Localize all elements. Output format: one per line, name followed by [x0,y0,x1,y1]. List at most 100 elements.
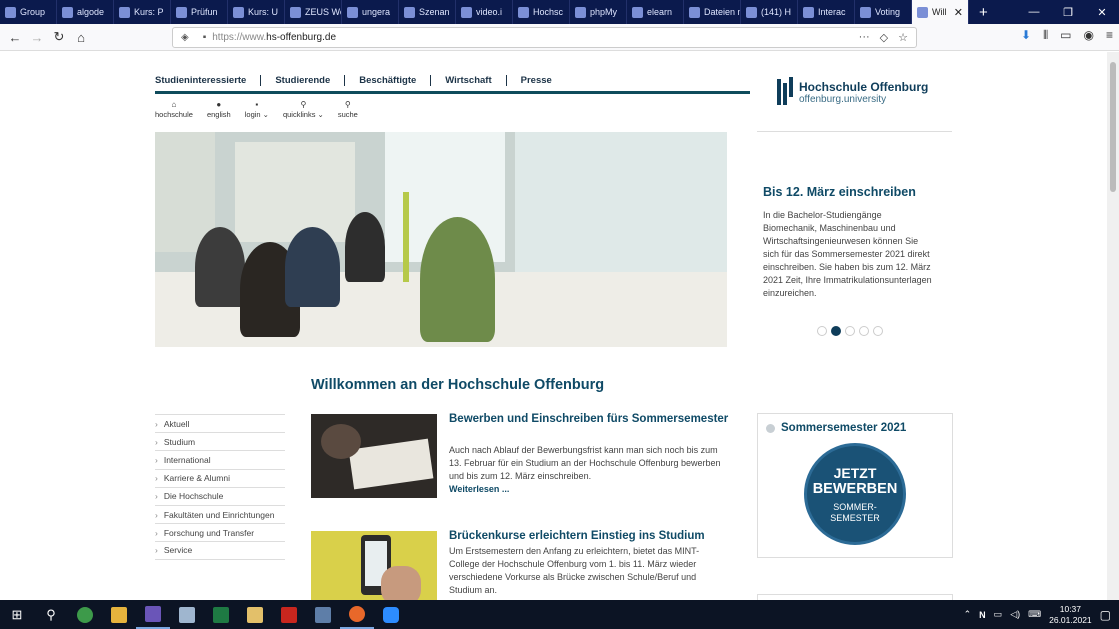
remote-desktop-icon[interactable] [306,600,340,629]
search-icon[interactable]: ⚲ [34,600,68,629]
slider-body: In die Bachelor-Studiengänge Biomechanik… [763,210,932,298]
close-tab-icon[interactable]: ✕ [954,6,963,19]
notification-icon[interactable]: ▢ [1100,608,1111,622]
browser-tab[interactable]: Interac [798,0,855,24]
tab-label: phpMy [590,7,618,17]
apply-now-badge[interactable]: JETZT BEWERBEN SOMMER- SEMESTER [804,443,906,545]
browser-tab[interactable]: phpMy [570,0,627,24]
service-link-label: quicklinks ⌄ [282,110,324,119]
minimize-icon[interactable]: — [1017,6,1051,18]
browser-tab[interactable]: video.i [456,0,513,24]
hs-offenburg-logo[interactable]: Hochschule Offenburg offenburg.universit… [777,77,928,107]
shield-icon[interactable]: ◈ [181,32,189,43]
nav-link[interactable]: Studierende [260,75,344,86]
browser-tab[interactable]: ungera [342,0,399,24]
volume-icon[interactable]: ◁) [1010,609,1020,620]
browser-tab[interactable]: algode [57,0,114,24]
bookmark-star-icon[interactable]: ☆ [898,31,908,44]
slider-dot[interactable] [873,326,883,336]
new-tab-button[interactable]: + [969,0,998,24]
browser-tab-active[interactable]: Will ✕ [912,0,969,24]
browser-tab[interactable]: Dateien m [684,0,741,24]
service-link[interactable]: ⚲ quicklinks ⌄ [283,100,324,119]
browser-tab[interactable]: Kurs: P [114,0,171,24]
download-icon[interactable]: ⬇ [1021,28,1031,43]
nav-underline [155,91,750,94]
page-actions-icon[interactable]: ··· [859,31,870,44]
scrollbar-thumb[interactable] [1110,62,1116,192]
service-link[interactable]: ⚲ suche [338,100,358,119]
slider-dot[interactable] [845,326,855,336]
close-window-icon[interactable]: ✕ [1085,6,1119,19]
hero-photo[interactable] [155,132,727,347]
address-bar[interactable]: ◈ ▪ https://www. hs-offenburg.de ··· ◇ ☆ [172,27,917,48]
forward-icon[interactable]: → [26,30,48,45]
menu-icon[interactable]: ≡ [1106,28,1113,43]
home-button-icon[interactable]: ⌂ [70,30,92,45]
browser-tab[interactable]: (141) H [741,0,798,24]
browser-tab[interactable]: Group [0,0,57,24]
slider-dot[interactable] [831,326,841,336]
tab-label: Interac [818,7,846,17]
browser-tab[interactable]: Prüfun [171,0,228,24]
acrobat-icon[interactable] [272,600,306,629]
read-more-link[interactable]: Weiterlesen ... [449,484,509,494]
sidebar-item[interactable]: › Forschung und Transfer [155,523,285,541]
reload-icon[interactable]: ↻ [48,29,70,45]
sidebar-item[interactable]: › Service [155,541,285,560]
library-icon[interactable]: ⫴ [1043,28,1048,43]
notepad-icon[interactable] [170,600,204,629]
page-scrollbar[interactable] [1107,52,1119,600]
chevron-right-icon: › [155,545,158,556]
windows-start-icon[interactable]: ⊞ [0,600,34,629]
sidebar-icon[interactable]: ▭ [1060,28,1071,43]
chevron-right-icon: › [155,473,158,484]
nav-link[interactable]: Presse [505,75,566,86]
restore-icon[interactable]: ❐ [1051,6,1085,19]
service-link[interactable]: ▪ login ⌄ [245,100,269,119]
nav-link[interactable]: Beschäftigte [344,75,430,86]
browser-tab[interactable]: Kurs: U [228,0,285,24]
battery-icon[interactable]: ▭ [994,609,1003,620]
sidebar-item-label: Karriere & Alumni [163,473,230,484]
file-explorer-icon[interactable] [102,600,136,629]
sidebar-item[interactable]: › International [155,450,285,468]
nav-link[interactable]: Wirtschaft [430,75,505,86]
news-image-writing[interactable] [311,414,437,498]
media-player-icon[interactable] [238,600,272,629]
keyboard-icon[interactable]: ⌨ [1028,609,1041,620]
browser-tab[interactable]: elearn [627,0,684,24]
visual-studio-icon[interactable] [136,600,170,629]
logo-title: Hochschule Offenburg [799,79,929,94]
clock[interactable]: 10:37 26.01.2021 [1049,604,1092,626]
sidebar-item[interactable]: › Studium [155,432,285,450]
browser-tab[interactable]: Hochsc [513,0,570,24]
news-image-phone[interactable] [311,531,437,600]
browser-tab[interactable]: ZEUS Web [285,0,342,24]
sidebar-item[interactable]: › Karriere & Alumni [155,468,285,487]
service-link[interactable]: ⌂ hochschule [155,100,193,119]
back-icon[interactable]: ← [4,30,26,45]
firefox-icon[interactable] [340,600,374,629]
news-title[interactable]: Brückenkurse erleichtern Einstieg ins St… [449,529,729,543]
news-title[interactable]: Bewerben und Einschreiben fürs Sommerse­… [449,412,729,426]
pocket-icon[interactable]: ◇ [880,31,888,44]
padlock-icon[interactable]: ▪ [203,32,207,43]
chevron-up-icon[interactable]: ⌃ [964,609,972,620]
sidebar-item[interactable]: › Aktuell [155,414,285,432]
slider-dot[interactable] [817,326,827,336]
zoom-icon[interactable] [374,600,408,629]
excel-icon[interactable] [204,600,238,629]
slider-title[interactable]: Bis 12. März einschreiben [763,185,933,199]
sidebar-item[interactable]: › Fakultäten und Einrichtungen [155,504,285,523]
browser-tab[interactable]: Voting [855,0,912,24]
account-icon[interactable]: ◉ [1084,28,1094,43]
browser-tab[interactable]: Szenan [399,0,456,24]
nav-link[interactable]: Studieninteressierte [155,75,260,86]
slider-dot[interactable] [859,326,869,336]
chrome-icon[interactable] [68,600,102,629]
onenote-tray-icon[interactable]: N [979,610,986,620]
sidebar-item[interactable]: › Die Hochschule [155,486,285,505]
service-link[interactable]: ● english [207,100,231,119]
web-page: Studieninteressierte Studierende Beschäfti… [0,52,1107,600]
